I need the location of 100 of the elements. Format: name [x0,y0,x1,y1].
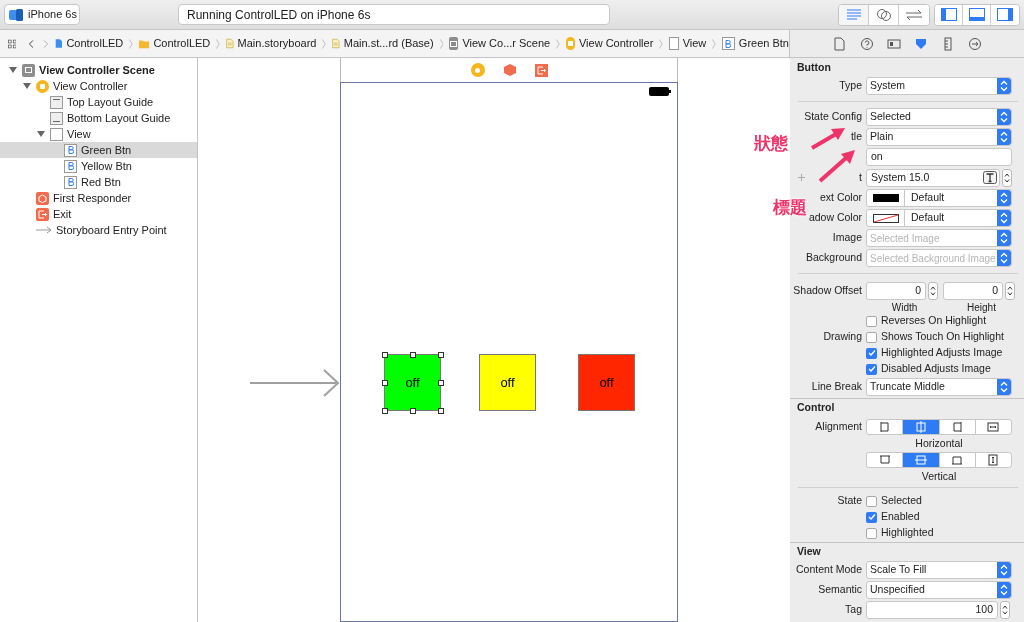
stepper[interactable] [1000,601,1010,619]
path-item[interactable]: View [682,35,707,52]
navigator-item[interactable]: View [0,126,197,142]
disclosure-icon[interactable] [37,130,45,138]
popup-button[interactable]: System [866,77,1012,95]
segmented-control[interactable] [866,419,1012,435]
color-popup[interactable]: Default [866,189,1012,207]
grid-icon[interactable] [8,37,17,50]
chevron-icon [216,36,220,51]
led-button[interactable]: off [578,354,635,411]
chevron-icon [556,36,560,51]
navigator-item[interactable]: Bottom Layout Guide [0,110,197,126]
popup-arrows-icon [997,210,1011,226]
offset-field[interactable]: 0 [943,282,1003,300]
bottom-guide-icon [50,111,63,125]
checkbox[interactable] [866,363,877,375]
field-label: Line Break [811,379,862,395]
attributes-icon[interactable] [913,36,928,51]
checkbox[interactable] [866,331,877,343]
field-label: Shadow Offset [793,283,862,299]
popup-arrows-icon [997,230,1011,246]
annotation-label: 狀態 [753,133,789,155]
field-label: t [859,169,862,185]
stepper[interactable] [1002,168,1012,187]
path-item[interactable]: Main.storyboard [237,35,317,52]
checkbox[interactable] [866,347,877,359]
path-item[interactable]: View Co...r Scene [462,35,551,52]
stepper-arrows-icon [1007,285,1013,297]
lines-icon [845,8,862,21]
path-item[interactable]: Main.st...rd (Base) [343,35,434,52]
popup-arrows-icon [997,562,1011,578]
exit-icon[interactable] [534,63,548,77]
chevron-icon [129,36,133,51]
navigator-item[interactable]: View Controller [0,78,197,94]
popup-button[interactable]: Selected [866,108,1012,126]
top-guide-icon [50,95,63,109]
font-field[interactable]: System 15.0 [866,168,1000,187]
tag-field[interactable]: 100 [866,601,998,619]
field-label: Type [839,78,862,94]
navigator-item[interactable]: View Controller Scene [0,62,197,78]
field-label: State [837,493,862,509]
offset-field[interactable]: 0 [866,282,926,300]
popup-button[interactable]: Unspecified [866,581,1012,599]
align-bottom-icon [951,454,964,466]
stepper-arrows-icon [930,285,936,297]
field-label: tle [850,129,862,145]
popup-arrows-icon [997,250,1011,266]
color-popup[interactable]: Default [866,209,1012,227]
path-item[interactable]: View Controller [578,35,654,52]
path-item[interactable]: ControlLED [153,35,211,52]
segmented-control[interactable] [866,452,1012,468]
checkbox[interactable] [866,495,877,507]
segmented-control[interactable] [838,3,930,26]
back-icon[interactable] [28,37,36,50]
field-label: ext Color [820,190,862,206]
navigator-item[interactable]: Exit [0,206,197,222]
folder-icon [138,37,150,50]
stepper[interactable] [1005,282,1015,300]
checkbox-label: Enabled [881,509,920,525]
button-icon [64,175,77,189]
led-button[interactable]: off [384,354,441,411]
popup-button[interactable]: Truncate Middle [866,378,1012,396]
path-item[interactable]: Green Btn [738,35,789,52]
help-icon[interactable] [859,36,874,51]
navigator-item[interactable]: Yellow Btn [0,158,197,174]
checkbox[interactable] [866,527,877,539]
bottom-panel-icon [968,8,985,21]
pointer-arrow [818,149,856,183]
file-icon[interactable] [832,36,847,51]
checkbox-label: Highlighted [881,525,934,541]
alignment-segment[interactable] [903,453,940,467]
navigator-item[interactable]: Top Layout Guide [0,94,197,110]
navigator-item[interactable]: Storyboard Entry Point [0,222,197,238]
panel-toggle[interactable] [935,4,963,25]
popup-button[interactable]: Plain [866,128,1012,146]
popup-arrows-icon [997,129,1011,145]
field-label: Image [832,230,862,246]
popup-arrows-icon [997,190,1011,206]
popup-button[interactable]: Scale To Fill [866,561,1012,579]
path-item[interactable]: ControlLED [66,35,124,52]
chevron-icon [322,36,326,51]
segmented-control[interactable] [934,3,1020,26]
alignment-segment[interactable] [903,420,940,434]
controller-icon [565,37,575,50]
navigator-item[interactable]: First Responder [0,190,197,206]
stepper[interactable] [928,282,938,300]
id-card-icon[interactable] [886,36,901,51]
color-swatch [872,194,899,202]
navigator-item[interactable]: Green Btn [0,142,197,158]
scheme-button[interactable]: iPhone 6s [4,4,80,25]
pointer-arrow [810,126,846,150]
popup-arrows-icon [997,379,1011,395]
checkbox[interactable] [866,511,877,523]
led-button[interactable]: off [479,354,536,411]
title-field[interactable]: on [866,148,1012,166]
cube-icon[interactable] [502,63,517,77]
arrow-circle-icon[interactable] [967,36,982,51]
font-picker-icon[interactable] [983,171,997,184]
checkbox[interactable] [866,315,877,327]
navigator-item[interactable]: Red Btn [0,174,197,190]
